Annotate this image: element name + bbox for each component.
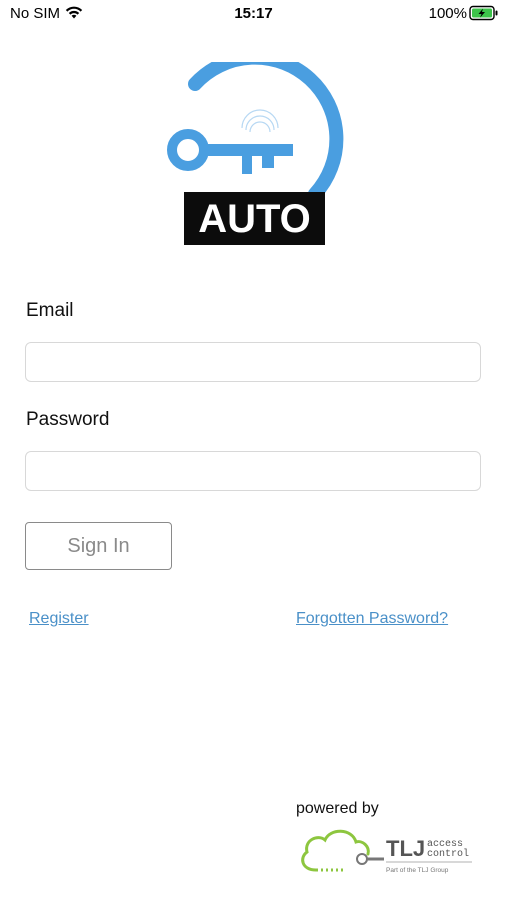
key-icon	[167, 109, 293, 174]
password-field[interactable]	[25, 451, 481, 491]
battery-charging-icon	[469, 5, 498, 21]
sign-in-button[interactable]: Sign In	[25, 522, 172, 570]
app-logo: AUTO	[167, 62, 344, 245]
logo-text: AUTO	[198, 197, 311, 241]
status-bar: No SIM 15:17 100%	[0, 0, 507, 28]
tlj-brand-line2: control	[427, 848, 469, 860]
logo-arc	[188, 62, 344, 201]
email-label: Email	[26, 300, 74, 321]
tlj-brand-name: TLJ	[386, 836, 425, 861]
password-label: Password	[26, 409, 110, 430]
email-field[interactable]	[25, 342, 481, 382]
cloud-key-icon	[301, 829, 384, 872]
forgot-password-link[interactable]: Forgotten Password?	[296, 610, 448, 628]
powered-by-label: powered by	[296, 800, 379, 817]
tlj-access-control-logo: TLJ access control Part of the TLJ Group	[301, 829, 472, 874]
battery-percentage: 100%	[428, 5, 467, 22]
register-link[interactable]: Register	[29, 610, 89, 628]
tlj-tagline: Part of the TLJ Group	[386, 867, 449, 874]
